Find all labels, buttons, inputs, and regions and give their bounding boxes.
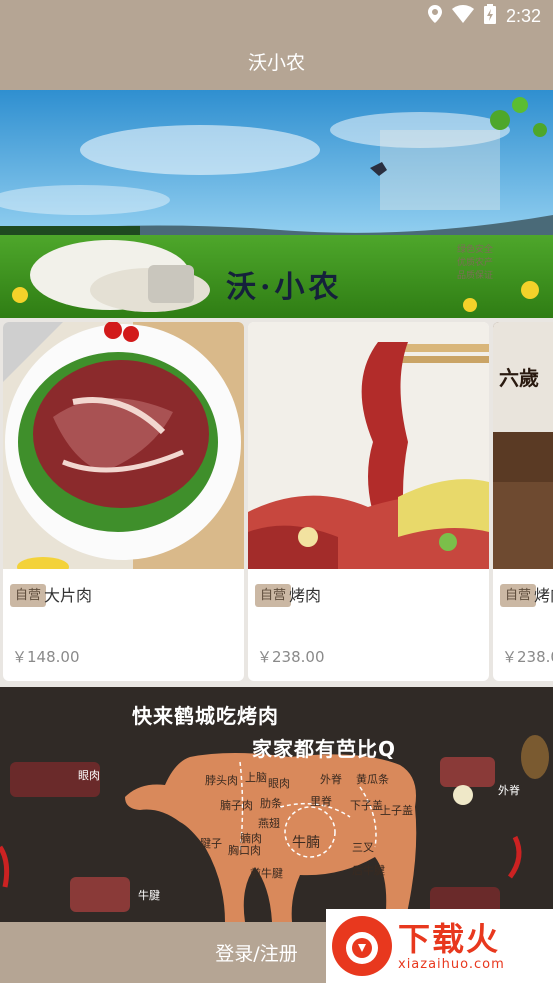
cut-label: 上子盖 xyxy=(380,804,413,817)
cut-label: 牛腩 xyxy=(292,835,320,851)
promo-headline-2: 家家都有芭比Q xyxy=(252,737,397,761)
status-bar: 2:32 xyxy=(0,0,553,32)
cut-label: 黄瓜条 xyxy=(356,773,389,786)
product-price: ￥148.00 xyxy=(12,648,80,666)
product-info: 自营 大片肉 ￥148.00 xyxy=(3,569,244,681)
product-list[interactable]: 自营 大片肉 ￥148.00 自营 烤肉 ￥238.00 六歲 自营 烤 ￥23… xyxy=(0,318,553,687)
cut-label: 眼肉 xyxy=(268,777,290,790)
cut-label: 外脊 xyxy=(320,773,342,786)
watermark-logo: 下载火 xiazaihuo.com xyxy=(326,909,553,983)
cut-label: 下子盖 xyxy=(350,799,383,812)
product-info: 自营 烤肉 ￥238.00 xyxy=(493,569,553,681)
self-operated-badge: 自营 xyxy=(500,584,537,607)
battery-icon xyxy=(483,4,496,28)
cut-label: 后牛腱 xyxy=(352,864,385,877)
self-operated-badge: 自营 xyxy=(255,584,292,607)
cut-label: 上脑 xyxy=(245,771,267,784)
banner-side-text: 绿色安全 优质农产 品质保证 xyxy=(457,242,493,281)
cut-label: 脖头肉 xyxy=(205,774,238,787)
product-image-steak xyxy=(3,322,244,569)
status-time: 2:32 xyxy=(505,5,541,26)
product-price: ￥238.00 xyxy=(502,648,553,666)
flame-icon xyxy=(332,916,392,976)
cut-label: 前牛腱 xyxy=(250,867,283,880)
product-card[interactable]: 六歲 自营 烤肉 ￥238.00 xyxy=(493,322,553,681)
side-label: 眼肉 xyxy=(78,769,100,782)
product-name: 烤肉 xyxy=(289,586,322,605)
product-info: 自营 烤肉 ￥238.00 xyxy=(248,569,489,681)
watermark-text: 下载火 xiazaihuo.com xyxy=(398,921,505,972)
app-title: 沃小农 xyxy=(247,51,305,74)
product-card[interactable]: 自营 烤肉 ￥238.00 xyxy=(248,322,489,681)
status-icons: 2:32 xyxy=(427,4,541,28)
cut-label: 三叉 xyxy=(352,841,374,854)
login-register-button[interactable]: 登录/注册 xyxy=(215,939,297,966)
banner-side-3: 品质保证 xyxy=(456,271,493,281)
card-overlay-text: 六歲 xyxy=(499,366,539,390)
wifi-icon xyxy=(451,5,474,27)
app-bar: 沃小农 xyxy=(0,32,553,90)
side-label: 外脊 xyxy=(498,784,520,797)
product-image-bbq-2: 六歲 xyxy=(493,322,553,569)
product-name: 烤肉 xyxy=(534,586,553,605)
cut-label: 肋条 xyxy=(260,797,282,810)
product-price: ￥238.00 xyxy=(257,648,325,666)
banner-side-2: 优质农产 xyxy=(456,258,493,268)
watermark-url: xiazaihuo.com xyxy=(398,956,505,972)
watermark-brand: 下载火 xyxy=(398,919,501,958)
product-image-bbq xyxy=(248,322,489,569)
cut-label: 腱子 xyxy=(200,837,222,850)
cut-label: 燕翅 xyxy=(258,817,280,830)
product-name: 大片肉 xyxy=(44,586,93,605)
location-icon xyxy=(427,5,442,27)
product-card[interactable]: 自营 大片肉 ￥148.00 xyxy=(3,322,244,681)
side-label: 牛腱 xyxy=(138,889,160,902)
cut-label: 腩肉 xyxy=(240,832,262,845)
banner-title: 沃·小农 xyxy=(226,270,343,305)
cut-label: 里脊 xyxy=(310,795,332,808)
self-operated-badge: 自营 xyxy=(10,584,47,607)
cut-label: 腩子肉 xyxy=(220,799,253,812)
promo-headline-1: 快来鹤城吃烤肉 xyxy=(132,704,279,728)
banner-side-1: 绿色安全 xyxy=(456,245,493,255)
banner-image[interactable]: 沃·小农 绿色安全 优质农产 品质保证 xyxy=(0,90,553,318)
